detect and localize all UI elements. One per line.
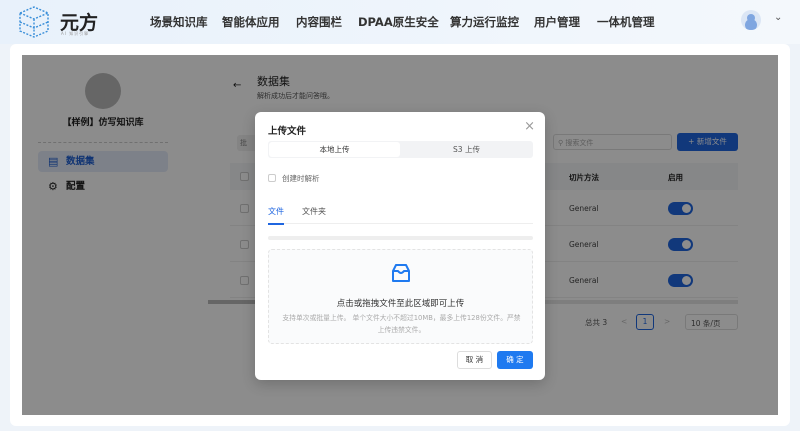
upload-file-dialog: 上传文件 × 本地上传 S3 上传 创建时解析 文件 文件夹 点击或拖拽文件至此… <box>255 112 545 380</box>
confirm-button[interactable]: 确 定 <box>497 351 533 369</box>
nav-user-management[interactable]: 用户管理 <box>534 14 580 30</box>
dropzone-hint: 支持单次或批量上传。 单个文件大小不超过10MB，最多上传128份文件。严禁上传… <box>282 314 521 334</box>
dialog-title: 上传文件 <box>268 126 307 137</box>
upload-dropzone[interactable]: 点击或拖拽文件至此区域即可上传 支持单次或批量上传。 单个文件大小不超过10MB… <box>268 249 533 344</box>
tab-folder[interactable]: 文件夹 <box>302 206 326 217</box>
nav-compute-monitor[interactable]: 算力运行监控 <box>450 14 519 30</box>
chevron-down-icon[interactable]: ⌄ <box>774 12 782 23</box>
user-avatar[interactable] <box>741 10 761 30</box>
dropzone-title: 点击或拖拽文件至此区域即可上传 <box>336 299 465 309</box>
nav-scene-kb[interactable]: 场景知识库 <box>150 14 208 30</box>
inbox-icon <box>392 264 410 282</box>
tab-file[interactable]: 文件 <box>268 206 284 225</box>
nav-appliance-management[interactable]: 一体机管理 <box>597 14 655 30</box>
upload-progress-bar <box>268 236 533 240</box>
checkbox-label: 创建时解析 <box>282 174 320 183</box>
brand-subtitle: AI 知识引擎 <box>61 31 90 36</box>
parse-on-create-checkbox[interactable]: 创建时解析 <box>268 173 320 184</box>
logo-icon <box>19 6 49 38</box>
checkbox-box <box>268 174 276 182</box>
upload-source-segmented: 本地上传 S3 上传 <box>268 141 533 158</box>
nav-content-fence[interactable]: 内容围栏 <box>296 14 342 30</box>
close-icon[interactable]: × <box>524 119 535 134</box>
nav-dpaa-security[interactable]: DPAA原生安全 <box>358 14 439 30</box>
upload-type-tabs: 文件 文件夹 <box>268 204 533 225</box>
segment-local-upload[interactable]: 本地上传 <box>269 142 400 157</box>
cancel-button[interactable]: 取 消 <box>457 351 492 369</box>
segment-s3-upload[interactable]: S3 上传 <box>401 142 532 157</box>
nav-agent-apps[interactable]: 智能体应用 <box>222 14 280 30</box>
top-header: 元方 AI 知识引擎 场景知识库 智能体应用 内容围栏 DPAA原生安全 算力运… <box>0 0 800 44</box>
